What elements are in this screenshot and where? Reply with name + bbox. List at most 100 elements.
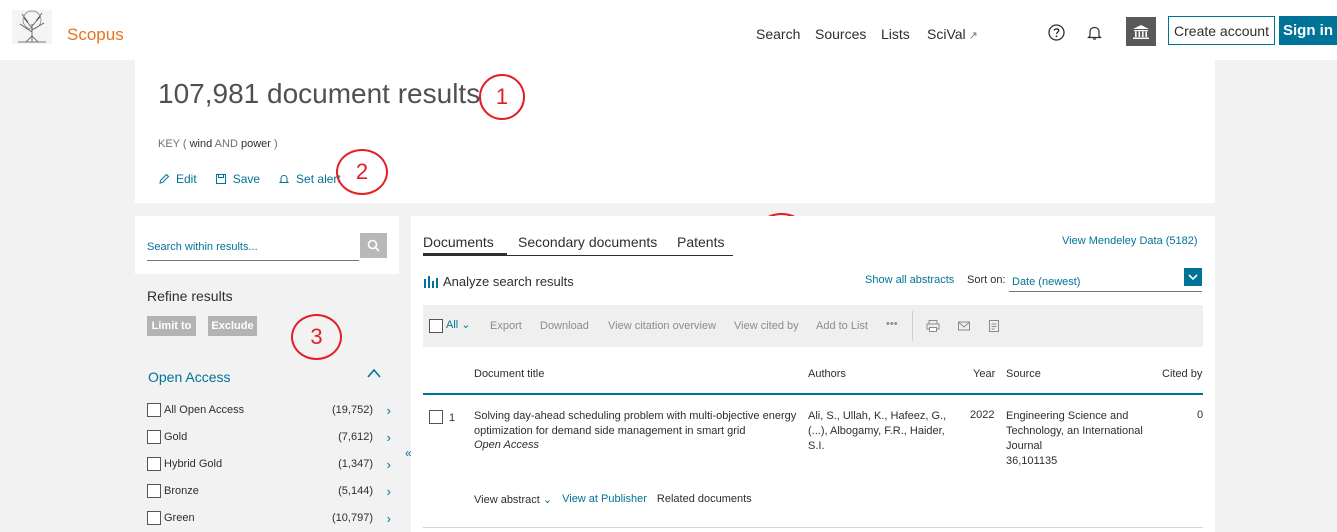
column-header-source[interactable]: Source — [1006, 368, 1041, 380]
view-at-publisher-link[interactable]: View at Publisher — [562, 493, 647, 506]
results-count-title: 107,981 document results — [158, 78, 481, 109]
filter-label: Hybrid Gold — [164, 458, 223, 470]
chevron-right-icon[interactable]: › — [387, 457, 391, 472]
bar-chart-icon — [424, 276, 438, 288]
tab-secondary-documents[interactable]: Secondary documents — [518, 234, 657, 250]
help-icon[interactable] — [1048, 24, 1065, 41]
query-term: wind — [189, 138, 213, 150]
chevron-down-icon — [1188, 273, 1198, 280]
limit-to-button[interactable]: Limit to — [147, 316, 196, 336]
view-cited-by-button[interactable]: View cited by — [734, 320, 799, 332]
download-button[interactable]: Download — [540, 320, 589, 332]
chevron-right-icon[interactable]: › — [387, 403, 391, 418]
row-divider — [423, 527, 1203, 528]
filter-checkbox[interactable] — [147, 457, 161, 471]
sort-dropdown-button[interactable] — [1184, 268, 1202, 286]
document-authors[interactable]: Ali, S., Ullah, K., Hafeez, G., (...), A… — [808, 409, 953, 454]
column-header-divider — [423, 393, 1203, 395]
filter-checkbox[interactable] — [147, 430, 161, 444]
filter-checkbox[interactable] — [147, 484, 161, 498]
top-header: Scopus Search Sources Lists SciVal ↗ Crea… — [0, 0, 1337, 60]
search-within-button[interactable] — [360, 233, 387, 258]
results-header-panel: 107,981 document results KEY ( wind AND … — [135, 60, 1215, 203]
column-header-document-title[interactable]: Document title — [474, 368, 544, 380]
row-checkbox[interactable] — [429, 410, 443, 424]
chevron-down-icon: ⌄ — [542, 494, 553, 506]
sort-select[interactable]: Date (newest) — [1009, 268, 1202, 292]
export-button[interactable]: Export — [490, 320, 522, 332]
document-year: 2022 — [970, 409, 995, 421]
set-alert-button[interactable]: Set alert — [278, 172, 341, 186]
view-citation-overview-button[interactable]: View citation overview — [608, 320, 716, 332]
bell-icon — [278, 174, 290, 183]
edit-button[interactable]: Edit — [158, 172, 197, 186]
nav-scival[interactable]: SciVal ↗ — [927, 26, 978, 42]
row-number: 1 — [449, 412, 456, 424]
column-header-authors[interactable]: Authors — [808, 368, 846, 380]
refine-results-title: Refine results — [147, 288, 233, 304]
sign-in-button[interactable]: Sign in — [1279, 16, 1337, 45]
column-header-year[interactable]: Year — [973, 368, 995, 380]
elsevier-tree-logo[interactable] — [10, 8, 54, 46]
bibliography-icon[interactable] — [987, 319, 1001, 333]
filter-hybrid-gold: Hybrid Gold (1,347) › — [147, 456, 393, 474]
email-icon[interactable] — [957, 319, 971, 333]
institution-icon — [1133, 24, 1149, 39]
annotation-marker: 3 — [291, 314, 342, 360]
save-label: Save — [232, 172, 261, 186]
source-detail: 36,101135 — [1006, 455, 1058, 467]
cited-by-count[interactable]: 0 — [1197, 409, 1203, 421]
chevron-up-icon[interactable] — [366, 367, 382, 379]
tab-documents[interactable]: Documents — [423, 234, 494, 250]
filter-checkbox[interactable] — [147, 403, 161, 417]
analyze-results-link[interactable]: Analyze search results — [423, 274, 574, 289]
edit-label: Edit — [176, 172, 197, 186]
related-documents-link[interactable]: Related documents — [657, 493, 752, 506]
chevron-right-icon[interactable]: › — [387, 430, 391, 445]
filter-label: Bronze — [164, 485, 199, 497]
results-main-panel: Documents Secondary documents Patents Vi… — [411, 216, 1215, 532]
view-abstract-link[interactable]: View abstract ⌄ — [474, 493, 552, 506]
nav-search[interactable]: Search — [756, 26, 800, 42]
select-all-dropdown[interactable]: All ⌄ — [446, 318, 471, 331]
notification-bell-icon[interactable] — [1086, 24, 1103, 41]
filter-gold: Gold (7,612) › — [147, 429, 393, 447]
filter-label: All Open Access — [164, 404, 245, 416]
create-account-button[interactable]: Create account — [1168, 16, 1275, 45]
filter-count: (5,144) — [338, 485, 373, 497]
show-all-abstracts-link[interactable]: Show all abstracts — [865, 274, 954, 286]
sort-value: Date (newest) — [1012, 276, 1081, 288]
more-options-button[interactable]: ••• — [886, 318, 898, 330]
search-within-input[interactable] — [147, 233, 359, 261]
nav-sources[interactable]: Sources — [815, 26, 866, 42]
chevron-right-icon[interactable]: › — [387, 511, 391, 526]
view-mendeley-data-link[interactable]: View Mendeley Data (5182) — [1062, 235, 1198, 247]
query-operator: AND — [214, 138, 238, 150]
exclude-button[interactable]: Exclude — [208, 316, 257, 336]
filter-count: (19,752) — [332, 404, 373, 416]
open-access-facet-title[interactable]: Open Access — [148, 369, 231, 385]
analyze-label: Analyze search results — [443, 274, 574, 289]
view-abstract-label: View abstract — [474, 494, 540, 506]
save-button[interactable]: Save — [215, 172, 260, 186]
save-icon — [215, 174, 226, 184]
source-title[interactable]: Engineering Science and Technology, an I… — [1006, 409, 1156, 454]
chevron-right-icon[interactable]: › — [387, 484, 391, 499]
add-to-list-button[interactable]: Add to List — [816, 320, 868, 332]
document-source: Engineering Science and Technology, an I… — [1006, 409, 1156, 469]
toolbar-divider — [912, 311, 913, 341]
select-all-checkbox[interactable] — [429, 319, 443, 333]
institution-button[interactable] — [1126, 17, 1156, 46]
filter-checkbox[interactable] — [147, 511, 161, 525]
nav-lists[interactable]: Lists — [881, 26, 910, 42]
tab-patents[interactable]: Patents — [677, 234, 724, 250]
active-tab-indicator — [423, 253, 507, 256]
search-query: KEY ( wind AND power ) — [158, 138, 278, 150]
annotation-marker: 2 — [336, 149, 388, 195]
document-title-link[interactable]: Solving day-ahead scheduling problem wit… — [474, 409, 799, 439]
scopus-brand[interactable]: Scopus — [67, 25, 124, 45]
column-header-cited-by[interactable]: Cited by — [1162, 368, 1202, 380]
query-suffix: ) — [274, 138, 278, 150]
chevron-down-icon: ⌄ — [461, 319, 471, 331]
print-icon[interactable] — [926, 319, 940, 333]
